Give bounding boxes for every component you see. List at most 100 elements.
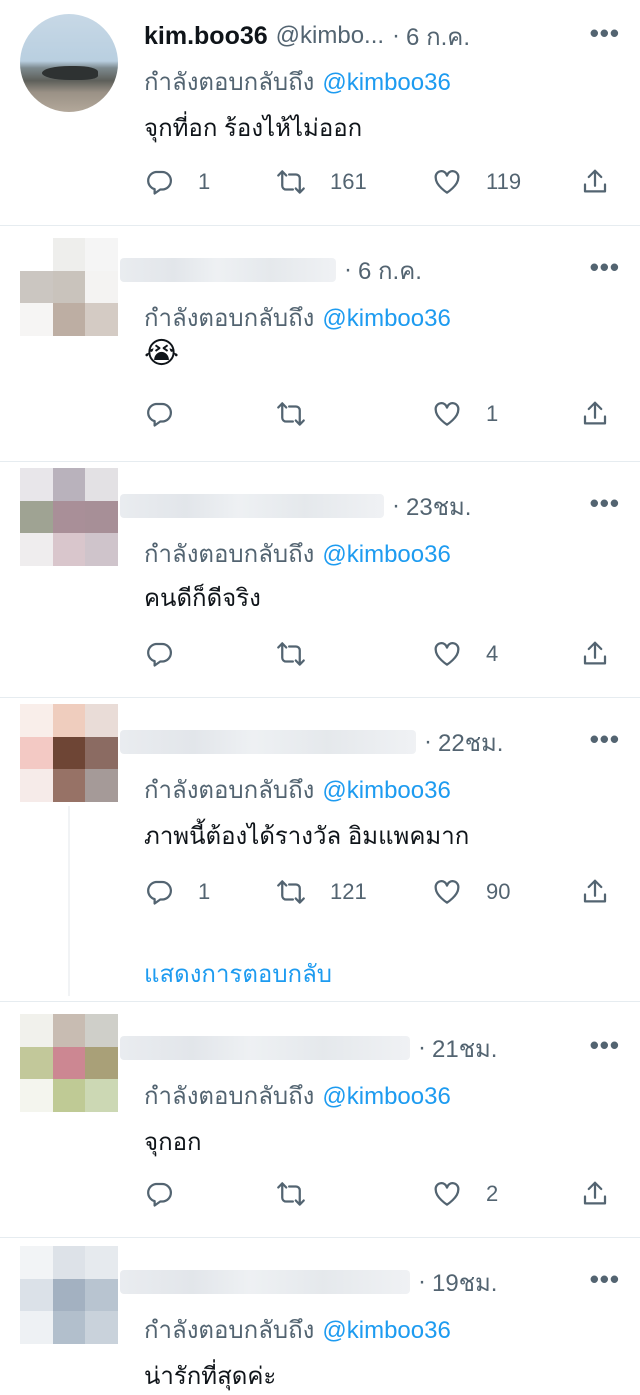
tweet-emoji: 😭 <box>144 337 180 370</box>
tweet-header: · 6 ก.ค. ••• <box>120 250 620 290</box>
retweet-button[interactable] <box>276 634 306 674</box>
retweet-icon <box>276 167 306 197</box>
retweet-button[interactable]: 121 <box>276 872 367 912</box>
more-options-icon[interactable]: ••• <box>590 1264 620 1295</box>
reply-icon <box>144 877 174 907</box>
tweet[interactable]: · 19ชม. ••• กำลังตอบกลับถึง @kimboo36 น่า… <box>0 1238 640 1392</box>
reply-icon <box>144 399 174 429</box>
share-button[interactable] <box>580 162 610 202</box>
tweet[interactable]: · 22ชม. ••• กำลังตอบกลับถึง @kimboo36 ภาพ… <box>0 698 640 1002</box>
replying-to-label: กำลังตอบกลับถึง <box>144 69 315 96</box>
share-icon <box>580 167 610 197</box>
avatar-blurred[interactable] <box>20 238 118 336</box>
heart-icon <box>432 877 462 907</box>
reply-button[interactable] <box>144 1174 174 1214</box>
replying-to: กำลังตอบกลับถึง @kimboo36 <box>144 534 451 573</box>
avatar[interactable] <box>20 14 118 112</box>
retweet-icon <box>276 877 306 907</box>
mention-link[interactable]: @kimboo36 <box>322 69 450 96</box>
share-icon <box>580 639 610 669</box>
tweet-actions: 2 <box>144 1174 610 1214</box>
like-button[interactable]: 1 <box>432 394 498 434</box>
user-handle[interactable]: @kimbo... <box>276 22 384 50</box>
retweet-icon <box>276 1179 306 1209</box>
reply-button[interactable]: 1 <box>144 872 210 912</box>
reply-count: 1 <box>198 879 211 904</box>
avatar-blurred[interactable] <box>20 1246 118 1344</box>
replying-to-label: กำลังตอบกลับถึง <box>144 305 315 332</box>
replying-to: กำลังตอบกลับถึง @kimboo36 <box>144 770 451 809</box>
like-button[interactable]: 90 <box>432 872 510 912</box>
timestamp[interactable]: 21ชม. <box>432 1029 497 1068</box>
timestamp[interactable]: 19ชม. <box>432 1263 497 1302</box>
retweet-count: 161 <box>330 169 367 194</box>
separator-dot: · <box>418 1034 426 1061</box>
reply-button[interactable] <box>144 634 174 674</box>
tweet-text: คนดีก็ดีจริง <box>144 585 261 612</box>
tweet[interactable]: · 21ชม. ••• กำลังตอบกลับถึง @kimboo36 จุก… <box>0 1002 640 1238</box>
blurred-username[interactable] <box>120 258 336 282</box>
heart-icon <box>432 639 462 669</box>
tweet-header: · 22ชม. ••• <box>120 722 620 762</box>
retweet-icon <box>276 399 306 429</box>
like-button[interactable]: 4 <box>432 634 498 674</box>
share-button[interactable] <box>580 634 610 674</box>
like-button[interactable]: 2 <box>432 1174 498 1214</box>
separator-dot: · <box>418 1268 426 1295</box>
like-button[interactable]: 119 <box>432 162 521 202</box>
more-options-icon[interactable]: ••• <box>590 252 620 283</box>
tweet-text: ภาพนี้ต้องได้รางวัล อิมแพคมาก <box>144 823 470 850</box>
replying-to: กำลังตอบกลับถึง @kimboo36 <box>144 1076 451 1115</box>
like-count: 119 <box>486 169 522 194</box>
like-count: 4 <box>486 641 499 666</box>
replying-to-label: กำลังตอบกลับถึง <box>144 541 315 568</box>
more-options-icon[interactable]: ••• <box>590 724 620 755</box>
avatar-blurred[interactable] <box>20 704 118 802</box>
replying-to-label: กำลังตอบกลับถึง <box>144 1317 315 1344</box>
retweet-button[interactable] <box>276 1174 306 1214</box>
heart-icon <box>432 399 462 429</box>
mention-link[interactable]: @kimboo36 <box>322 1317 450 1344</box>
tweet-text: จุกที่อก ร้องไห้ไม่ออก <box>144 115 363 142</box>
blurred-username[interactable] <box>120 1270 410 1294</box>
timestamp[interactable]: 6 ก.ค. <box>406 17 470 56</box>
tweet[interactable]: · 23ชม. ••• กำลังตอบกลับถึง @kimboo36 คนด… <box>0 462 640 698</box>
retweet-button[interactable]: 161 <box>276 162 367 202</box>
more-options-icon[interactable]: ••• <box>590 1030 620 1061</box>
reply-count: 1 <box>198 169 211 194</box>
share-button[interactable] <box>580 394 610 434</box>
timestamp[interactable]: 22ชม. <box>438 723 503 762</box>
mention-link[interactable]: @kimboo36 <box>322 541 450 568</box>
tweet[interactable]: kim.boo36 @kimbo... · 6 ก.ค. ••• กำลังตอ… <box>0 0 640 226</box>
timestamp[interactable]: 6 ก.ค. <box>358 251 422 290</box>
separator-dot: · <box>392 22 401 49</box>
tweet-header: · 19ชม. ••• <box>120 1262 620 1302</box>
separator-dot: · <box>424 728 432 755</box>
blurred-username[interactable] <box>120 730 416 754</box>
reply-button[interactable] <box>144 394 174 434</box>
show-replies-link[interactable]: แสดงการตอบกลับ <box>144 954 332 993</box>
display-name[interactable]: kim.boo36 <box>144 22 268 51</box>
blurred-username[interactable] <box>120 1036 410 1060</box>
blurred-username[interactable] <box>120 494 384 518</box>
more-options-icon[interactable]: ••• <box>590 18 620 49</box>
timestamp[interactable]: 23ชม. <box>406 487 471 526</box>
share-button[interactable] <box>580 1174 610 1214</box>
share-icon <box>580 399 610 429</box>
more-options-icon[interactable]: ••• <box>590 488 620 519</box>
retweet-button[interactable] <box>276 394 306 434</box>
share-icon <box>580 1179 610 1209</box>
avatar-blurred[interactable] <box>20 468 118 566</box>
mention-link[interactable]: @kimboo36 <box>322 1083 450 1110</box>
tweet-actions: 1 <box>144 394 610 434</box>
mention-link[interactable]: @kimboo36 <box>322 305 450 332</box>
reply-button[interactable]: 1 <box>144 162 210 202</box>
separator-dot: · <box>392 492 400 519</box>
avatar-blurred[interactable] <box>20 1014 118 1112</box>
share-button[interactable] <box>580 872 610 912</box>
tweet-header: · 21ชม. ••• <box>120 1028 620 1068</box>
mention-link[interactable]: @kimboo36 <box>322 777 450 804</box>
tweet-actions: 1 161 119 <box>144 162 610 202</box>
replying-to-label: กำลังตอบกลับถึง <box>144 1083 315 1110</box>
tweet[interactable]: · 6 ก.ค. ••• กำลังตอบกลับถึง @kimboo36 😭 … <box>0 226 640 462</box>
